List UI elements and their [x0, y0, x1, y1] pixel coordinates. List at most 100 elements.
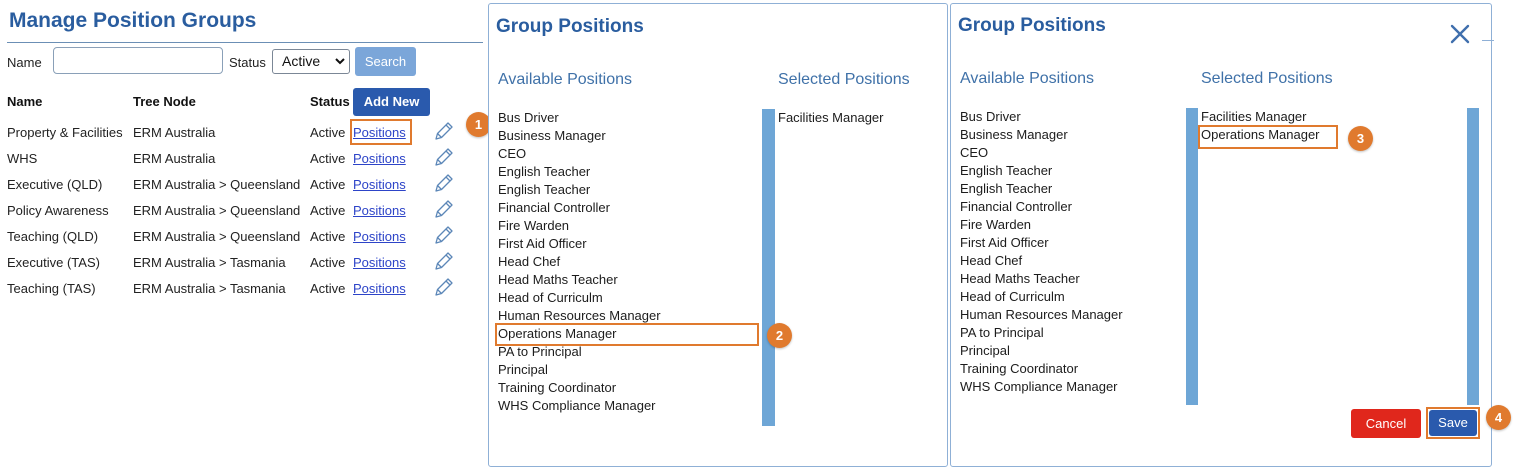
- row-name: Property & Facilities: [7, 125, 123, 140]
- row-name: WHS: [7, 151, 38, 166]
- cancel-button[interactable]: Cancel: [1351, 409, 1421, 438]
- list-item[interactable]: Training Coordinator: [498, 379, 661, 397]
- list-item[interactable]: WHS Compliance Manager: [960, 378, 1123, 396]
- column-header-status: Status: [310, 94, 350, 109]
- list-item[interactable]: Head Chef: [960, 252, 1123, 270]
- row-tree-node: ERM Australia: [133, 151, 216, 166]
- row-status: Active: [310, 281, 346, 296]
- row-status: Active: [310, 203, 346, 218]
- page-title: Manage Position Groups: [9, 9, 257, 32]
- list-item[interactable]: Training Coordinator: [960, 360, 1123, 378]
- panel-title: Group Positions: [958, 15, 1106, 36]
- list-item[interactable]: Head of Curriculm: [498, 289, 661, 307]
- positions-link[interactable]: Positions: [353, 281, 406, 296]
- search-button[interactable]: Search: [355, 47, 416, 76]
- close-icon[interactable]: [1449, 23, 1471, 45]
- row-name: Policy Awareness: [7, 203, 109, 218]
- list-item[interactable]: English Teacher: [960, 180, 1123, 198]
- step-badge: 4: [1486, 405, 1511, 430]
- list-scrollbar[interactable]: [762, 109, 775, 426]
- list-item[interactable]: Business Manager: [960, 126, 1123, 144]
- list-item[interactable]: Business Manager: [498, 127, 661, 145]
- list-item[interactable]: English Teacher: [960, 162, 1123, 180]
- list-item[interactable]: Head Maths Teacher: [498, 271, 661, 289]
- list-item[interactable]: CEO: [960, 144, 1123, 162]
- highlight-box: [495, 323, 759, 346]
- title-divider: [1482, 40, 1494, 41]
- list-item[interactable]: Financial Controller: [960, 198, 1123, 216]
- positions-link[interactable]: Positions: [353, 177, 406, 192]
- available-positions-heading: Available Positions: [498, 71, 633, 88]
- list-item[interactable]: Facilities Manager: [1201, 108, 1320, 126]
- positions-link[interactable]: Positions: [353, 255, 406, 270]
- list-item[interactable]: First Aid Officer: [960, 234, 1123, 252]
- row-name: Teaching (QLD): [7, 229, 99, 244]
- step-badge: 2: [767, 323, 792, 348]
- list-item[interactable]: Principal: [498, 361, 661, 379]
- selected-positions-heading: Selected Positions: [778, 71, 910, 88]
- panel-title: Group Positions: [496, 16, 644, 37]
- row-tree-node: ERM Australia > Queensland: [133, 229, 301, 244]
- pencil-icon[interactable]: [433, 224, 455, 246]
- row-tree-node: ERM Australia > Queensland: [133, 203, 301, 218]
- column-header-tree-node: Tree Node: [133, 94, 196, 109]
- row-name: Executive (QLD): [7, 177, 103, 192]
- list-item[interactable]: PA to Principal: [960, 324, 1123, 342]
- row-name: Teaching (TAS): [7, 281, 96, 296]
- pencil-icon[interactable]: [433, 198, 455, 220]
- list-item[interactable]: Facilities Manager: [778, 109, 884, 127]
- row-tree-node: ERM Australia > Tasmania: [133, 281, 286, 296]
- row-status: Active: [310, 177, 346, 192]
- list-item[interactable]: Human Resources Manager: [960, 306, 1123, 324]
- available-positions-list[interactable]: Bus Driver Business Manager CEO English …: [498, 109, 661, 415]
- list-item[interactable]: WHS Compliance Manager: [498, 397, 661, 415]
- pencil-icon[interactable]: [433, 276, 455, 298]
- list-item[interactable]: First Aid Officer: [498, 235, 661, 253]
- list-item[interactable]: Head of Curriculm: [960, 288, 1123, 306]
- add-new-button[interactable]: Add New: [353, 88, 430, 116]
- list-scrollbar[interactable]: [1467, 108, 1479, 405]
- row-tree-node: ERM Australia > Tasmania: [133, 255, 286, 270]
- positions-link[interactable]: Positions: [353, 203, 406, 218]
- row-status: Active: [310, 125, 346, 140]
- row-status: Active: [310, 255, 346, 270]
- list-item[interactable]: Fire Warden: [498, 217, 661, 235]
- highlight-box: [350, 119, 412, 145]
- name-filter-input[interactable]: [53, 47, 223, 74]
- step-badge: 3: [1348, 126, 1373, 151]
- status-filter-label: Status: [229, 55, 266, 70]
- status-filter-value: Active: [282, 53, 321, 69]
- highlight-box: [1198, 125, 1338, 149]
- list-item[interactable]: Fire Warden: [960, 216, 1123, 234]
- save-button[interactable]: Save: [1429, 410, 1477, 436]
- selected-positions-list[interactable]: Facilities Manager: [778, 109, 884, 127]
- list-item[interactable]: Head Chef: [498, 253, 661, 271]
- pencil-icon[interactable]: [433, 172, 455, 194]
- list-item[interactable]: English Teacher: [498, 181, 661, 199]
- positions-link[interactable]: Positions: [353, 151, 406, 166]
- list-item[interactable]: Principal: [960, 342, 1123, 360]
- name-filter-label: Name: [7, 55, 42, 70]
- row-status: Active: [310, 229, 346, 244]
- list-item[interactable]: Bus Driver: [498, 109, 661, 127]
- list-item[interactable]: Bus Driver: [960, 108, 1123, 126]
- title-divider: [7, 42, 483, 43]
- row-name: Executive (TAS): [7, 255, 100, 270]
- list-item[interactable]: Head Maths Teacher: [960, 270, 1123, 288]
- positions-link[interactable]: Positions: [353, 229, 406, 244]
- chevron-down-icon: [335, 58, 345, 65]
- list-scrollbar[interactable]: [1186, 108, 1198, 405]
- pencil-icon[interactable]: [433, 146, 455, 168]
- available-positions-list[interactable]: Bus Driver Business Manager CEO English …: [960, 108, 1123, 396]
- pencil-icon[interactable]: [433, 250, 455, 272]
- pencil-icon[interactable]: [433, 120, 455, 142]
- list-item[interactable]: CEO: [498, 145, 661, 163]
- status-filter-select[interactable]: Active: [272, 49, 350, 74]
- available-positions-heading: Available Positions: [960, 70, 1095, 87]
- column-header-name: Name: [7, 94, 43, 109]
- list-item[interactable]: English Teacher: [498, 163, 661, 181]
- row-status: Active: [310, 151, 346, 166]
- selected-positions-heading: Selected Positions: [1201, 70, 1333, 87]
- list-item[interactable]: Financial Controller: [498, 199, 661, 217]
- row-tree-node: ERM Australia: [133, 125, 216, 140]
